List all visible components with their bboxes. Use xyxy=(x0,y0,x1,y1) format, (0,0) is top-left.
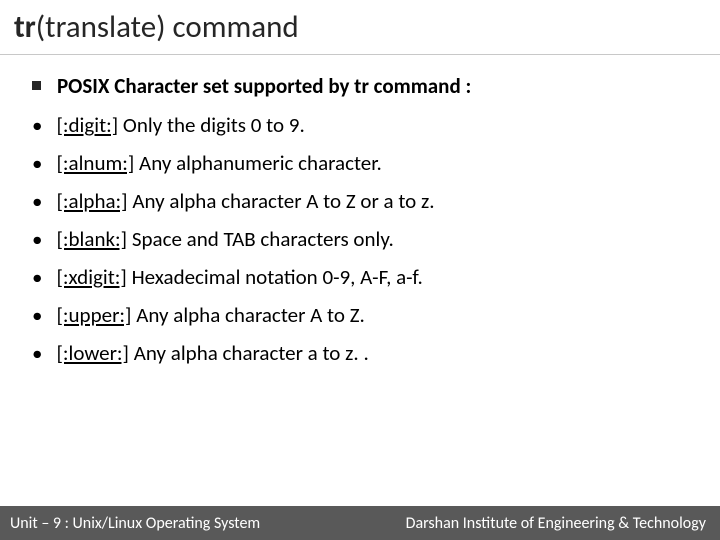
section-heading: POSIX Character set supported by tr comm… xyxy=(57,73,471,99)
bullet-icon: • xyxy=(32,265,42,289)
list-item: • [:upper:] Any alpha character A to Z. xyxy=(32,303,690,327)
item-term: [:digit:] xyxy=(56,112,118,138)
bullet-icon: • xyxy=(32,151,42,175)
bullet-icon: • xyxy=(32,227,42,251)
item-text: [:alpha:] Any alpha character A to Z or … xyxy=(56,189,434,213)
item-term: [:upper:] xyxy=(56,302,131,328)
title-strong: tr xyxy=(14,8,36,46)
list-item: • [:blank:] Space and TAB characters onl… xyxy=(32,227,690,251)
section-heading-row: POSIX Character set supported by tr comm… xyxy=(32,73,690,99)
item-text: [:alnum:] Any alphanumeric character. xyxy=(56,151,381,175)
bullet-icon: • xyxy=(32,113,42,137)
item-text: [:upper:] Any alpha character A to Z. xyxy=(56,303,364,327)
list-item: • [:alnum:] Any alphanumeric character. xyxy=(32,151,690,175)
item-desc: Space and TAB characters only. xyxy=(127,226,394,252)
item-term: [:alpha:] xyxy=(56,188,127,214)
slide-title: tr(translate) command xyxy=(0,0,720,55)
footer-bar: Unit – 9 : Unix/Linux Operating System D… xyxy=(0,506,720,540)
item-term: [:xdigit:] xyxy=(56,264,126,290)
item-text: [:digit:] Only the digits 0 to 9. xyxy=(56,113,304,137)
item-desc: Any alpha character A to Z or a to z. xyxy=(128,188,435,214)
item-term: [:lower:] xyxy=(56,340,129,366)
item-desc: Only the digits 0 to 9. xyxy=(118,112,305,138)
footer-left: Unit – 9 : Unix/Linux Operating System xyxy=(10,514,260,533)
bullet-icon: • xyxy=(32,303,42,327)
bullet-icon: • xyxy=(32,189,42,213)
list-item: • [:lower:] Any alpha character a to z. … xyxy=(32,341,690,365)
item-term: [:alnum:] xyxy=(56,150,134,176)
item-desc: Any alpha character a to z. . xyxy=(129,340,369,366)
slide: { "title": { "strong": "tr", "rest": "(t… xyxy=(0,0,720,540)
item-text: [:lower:] Any alpha character a to z. . xyxy=(56,341,368,365)
slide-body: POSIX Character set supported by tr comm… xyxy=(0,55,720,365)
list-item: • [:digit:] Only the digits 0 to 9. xyxy=(32,113,690,137)
item-desc: Any alpha character A to Z. xyxy=(131,302,364,328)
list-item: • [:xdigit:] Hexadecimal notation 0-9, A… xyxy=(32,265,690,289)
item-desc: Hexadecimal notation 0-9, A-F, a-f. xyxy=(127,264,423,290)
item-text: [:blank:] Space and TAB characters only. xyxy=(56,227,393,251)
footer-right: Darshan Institute of Engineering & Techn… xyxy=(406,514,706,533)
item-desc: Any alphanumeric character. xyxy=(134,150,381,176)
title-rest: (translate) command xyxy=(36,8,299,46)
square-bullet-icon xyxy=(32,81,41,90)
list-item: • [:alpha:] Any alpha character A to Z o… xyxy=(32,189,690,213)
bullet-icon: • xyxy=(32,341,42,365)
item-text: [:xdigit:] Hexadecimal notation 0-9, A-F… xyxy=(56,265,422,289)
item-term: [:blank:] xyxy=(56,226,127,252)
